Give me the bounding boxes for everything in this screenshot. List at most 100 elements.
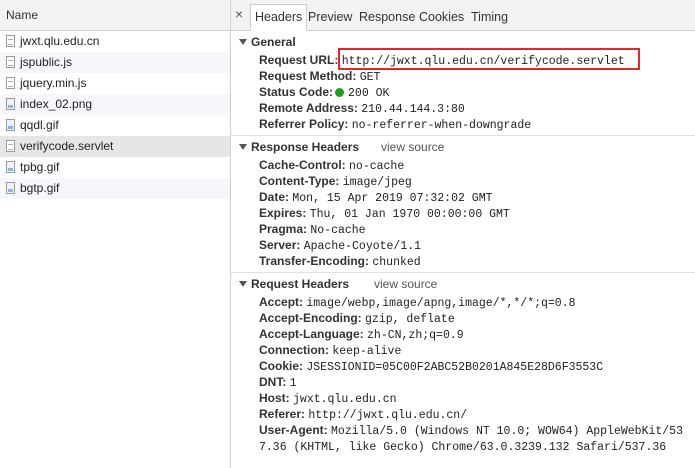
view-source-link[interactable]: view source [381, 139, 444, 155]
header-value: Mozilla/5.0 (Windows NT 10.0; WOW64) App… [331, 425, 683, 438]
request-item-name: qqdl.gif [20, 118, 59, 132]
tab-cookies[interactable]: Cookies [419, 5, 464, 30]
header-value: chunked [372, 256, 421, 269]
tab-timing[interactable]: Timing [471, 5, 508, 30]
request-item-name: jwxt.qlu.edu.cn [20, 34, 100, 48]
header-key: Server: [259, 238, 301, 252]
header-value: zh-CN,zh;q=0.9 [367, 329, 464, 342]
image-file-icon [6, 98, 15, 110]
header-row: User-Agent: Mozilla/5.0 (Windows NT 10.0… [259, 422, 683, 438]
section-divider [231, 135, 695, 136]
header-value: GET [359, 71, 381, 84]
header-key: Referrer Policy: [259, 117, 349, 131]
header-row: Accept-Encoding: gzip, deflate [259, 310, 455, 326]
image-file-icon [6, 161, 15, 173]
header-row: Request Method: GET [259, 68, 380, 84]
request-item[interactable]: bgtp.gif [0, 178, 230, 199]
tab-headers[interactable]: Headers [250, 4, 308, 31]
response-headers-title: Response Headers [251, 140, 360, 154]
request-item-name: verifycode.servlet [20, 139, 114, 153]
header-value: 210.44.144.3:80 [361, 103, 465, 116]
tab-response[interactable]: Response [359, 5, 415, 30]
header-key: Date: [259, 190, 290, 204]
triangle-down-icon [239, 281, 247, 287]
request-item[interactable]: jquery.min.js [0, 73, 230, 94]
header-value: http://jwxt.qlu.edu.cn/ [308, 409, 468, 422]
header-row: Referer: http://jwxt.qlu.edu.cn/ [259, 406, 467, 422]
header-key: Host: [259, 391, 290, 405]
header-key: DNT: [259, 375, 287, 389]
request-item-selected[interactable]: verifycode.servlet [0, 136, 230, 157]
general-section-title: General [251, 35, 296, 49]
header-key: User-Agent: [259, 423, 328, 437]
header-row: Cookie: JSESSIONID=05C00F2ABC52B0201A845… [259, 358, 603, 374]
request-item[interactable]: tpbg.gif [0, 157, 230, 178]
header-value: Apache-Coyote/1.1 [303, 240, 422, 253]
triangle-down-icon [239, 39, 247, 45]
request-list-panel: Name jwxt.qlu.edu.cn jspublic.js jquery.… [0, 0, 231, 468]
document-icon [6, 35, 15, 47]
request-item[interactable]: jwxt.qlu.edu.cn [0, 31, 230, 52]
header-key: Referer: [259, 407, 306, 421]
header-value: image/jpeg [342, 176, 412, 189]
request-item-name: jspublic.js [20, 55, 73, 69]
request-item[interactable]: index_02.png [0, 94, 230, 115]
header-value: JSESSIONID=05C00F2ABC52B0201A845E28D6F35… [306, 361, 604, 374]
header-key: Content-Type: [259, 174, 340, 188]
header-row: Status Code: 200 OK [259, 84, 389, 100]
header-value: 200 OK [348, 87, 390, 100]
header-row: Remote Address: 210.44.144.3:80 [259, 100, 465, 116]
header-row: Host: jwxt.qlu.edu.cn [259, 390, 397, 406]
header-row: Accept: image/webp,image/apng,image/*,*/… [259, 294, 576, 310]
header-value: gzip, deflate [365, 313, 455, 326]
request-item[interactable]: jspublic.js [0, 52, 230, 73]
header-value: jwxt.qlu.edu.cn [293, 393, 397, 406]
header-value: keep-alive [332, 345, 402, 358]
request-item-name: index_02.png [20, 97, 93, 111]
view-source-link[interactable]: view source [374, 276, 437, 292]
section-divider [231, 272, 695, 273]
tab-preview[interactable]: Preview [308, 5, 352, 30]
status-ok-icon [335, 88, 345, 97]
details-tabbar: × Headers Preview Response Cookies Timin… [231, 0, 695, 31]
name-column-header[interactable]: Name [0, 0, 230, 31]
request-headers-title: Request Headers [251, 277, 350, 291]
request-item-name: bgtp.gif [20, 181, 60, 195]
request-item[interactable]: qqdl.gif [0, 115, 230, 136]
header-key: Request Method: [259, 69, 357, 83]
script-file-icon [6, 77, 15, 89]
header-value: 7.36 (KHTML, like Gecko) Chrome/63.0.323… [259, 441, 667, 454]
header-key: Pragma: [259, 222, 308, 236]
header-key: Connection: [259, 343, 329, 357]
header-row: Date: Mon, 15 Apr 2019 07:32:02 GMT [259, 189, 493, 205]
request-headers-toggle[interactable]: Request Headers [239, 276, 349, 292]
header-value: Mon, 15 Apr 2019 07:32:02 GMT [292, 192, 493, 205]
header-row: Pragma: No-cache [259, 221, 366, 237]
image-file-icon [6, 182, 15, 194]
close-icon[interactable]: × [235, 6, 243, 22]
triangle-down-icon [239, 144, 247, 150]
request-url-highlight-box [338, 48, 640, 70]
image-file-icon [6, 119, 15, 131]
response-headers-toggle[interactable]: Response Headers [239, 139, 359, 155]
request-item-name: tpbg.gif [20, 160, 60, 174]
header-value: 1 [289, 377, 297, 390]
header-key: Remote Address: [259, 101, 358, 115]
header-key: Transfer-Encoding: [259, 254, 370, 268]
header-row: Accept-Language: zh-CN,zh;q=0.9 [259, 326, 464, 342]
header-key: Accept-Encoding: [259, 311, 362, 325]
header-row: Transfer-Encoding: chunked [259, 253, 421, 269]
header-key: Accept-Language: [259, 327, 364, 341]
header-row: Server: Apache-Coyote/1.1 [259, 237, 421, 253]
header-key: Request URL: [259, 53, 339, 67]
header-row: Cache-Control: no-cache [259, 157, 404, 173]
header-key: Cookie: [259, 359, 304, 373]
document-icon [6, 140, 15, 152]
header-row: DNT: 1 [259, 374, 297, 390]
header-row: Expires: Thu, 01 Jan 1970 00:00:00 GMT [259, 205, 510, 221]
header-value: no-cache [349, 160, 405, 173]
header-row: Referrer Policy: no-referrer-when-downgr… [259, 116, 531, 132]
general-section-toggle[interactable]: General [239, 34, 296, 50]
header-value: no-referrer-when-downgrade [351, 119, 532, 132]
header-value: image/webp,image/apng,image/*,*/*;q=0.8 [306, 297, 576, 310]
